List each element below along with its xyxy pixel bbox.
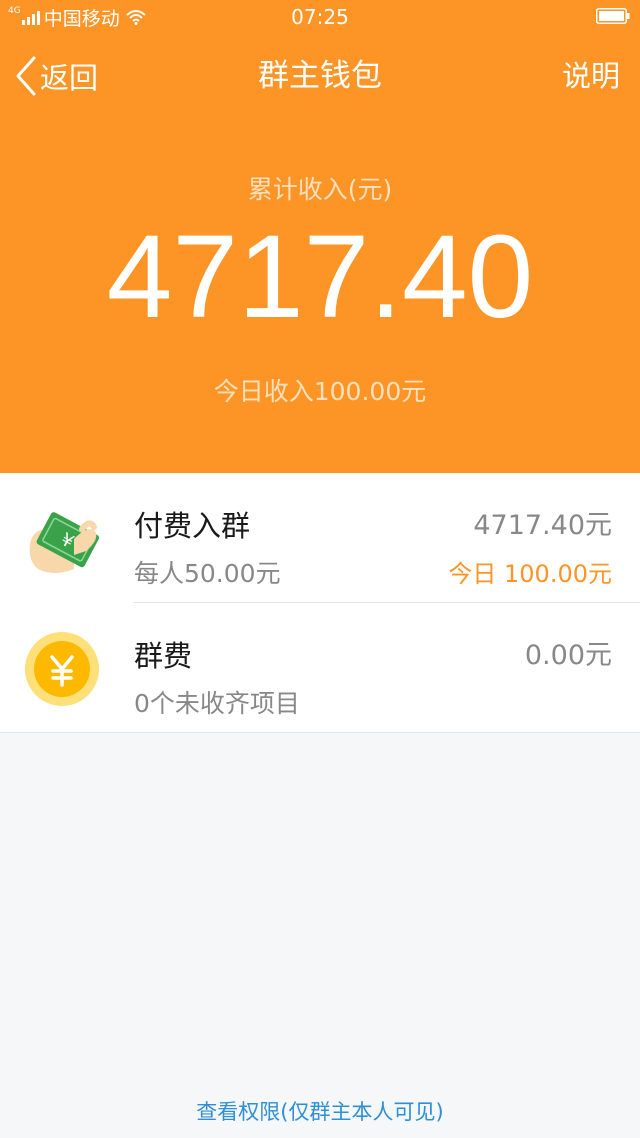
view-permissions-link[interactable]: 查看权限(仅群主本人可见) <box>0 1096 640 1126</box>
list-item-group-fee[interactable]: 群费 0个未收齐项目 0.00元 <box>0 603 640 733</box>
item-amount: 4717.40元 <box>473 510 612 541</box>
help-button[interactable]: 说明 <box>562 56 620 96</box>
total-income-amount: 4717.40 <box>106 211 534 343</box>
wallet-header: 4G 中国移动 07:25 返回 群主钱包 说明 累计收入(元) 4717.40… <box>0 0 640 473</box>
income-list: ¥ 付费入群 每人50.00元 4717.40元 今日 100.00元 群费 0… <box>0 473 640 733</box>
page-title: 群主钱包 <box>258 58 382 94</box>
list-item-paid-join[interactable]: ¥ 付费入群 每人50.00元 4717.40元 今日 100.00元 <box>0 473 640 603</box>
battery-icon <box>596 8 630 24</box>
item-title: 付费入群 <box>134 509 251 543</box>
cash-hand-icon: ¥ <box>24 499 104 579</box>
nav-bar: 返回 群主钱包 说明 <box>0 42 640 112</box>
total-income-label: 累计收入(元) <box>247 175 393 204</box>
today-income: 今日收入100.00元 <box>213 377 427 406</box>
status-bar: 4G 中国移动 07:25 <box>0 0 640 34</box>
item-today-income: 今日 100.00元 <box>448 560 612 588</box>
status-time: 07:25 <box>291 5 349 29</box>
yuan-coin-icon <box>24 629 104 709</box>
item-subtitle: 每人50.00元 <box>134 559 281 588</box>
item-amount: 0.00元 <box>524 640 612 671</box>
item-title: 群费 <box>134 639 193 673</box>
item-subtitle: 0个未收齐项目 <box>134 689 300 718</box>
